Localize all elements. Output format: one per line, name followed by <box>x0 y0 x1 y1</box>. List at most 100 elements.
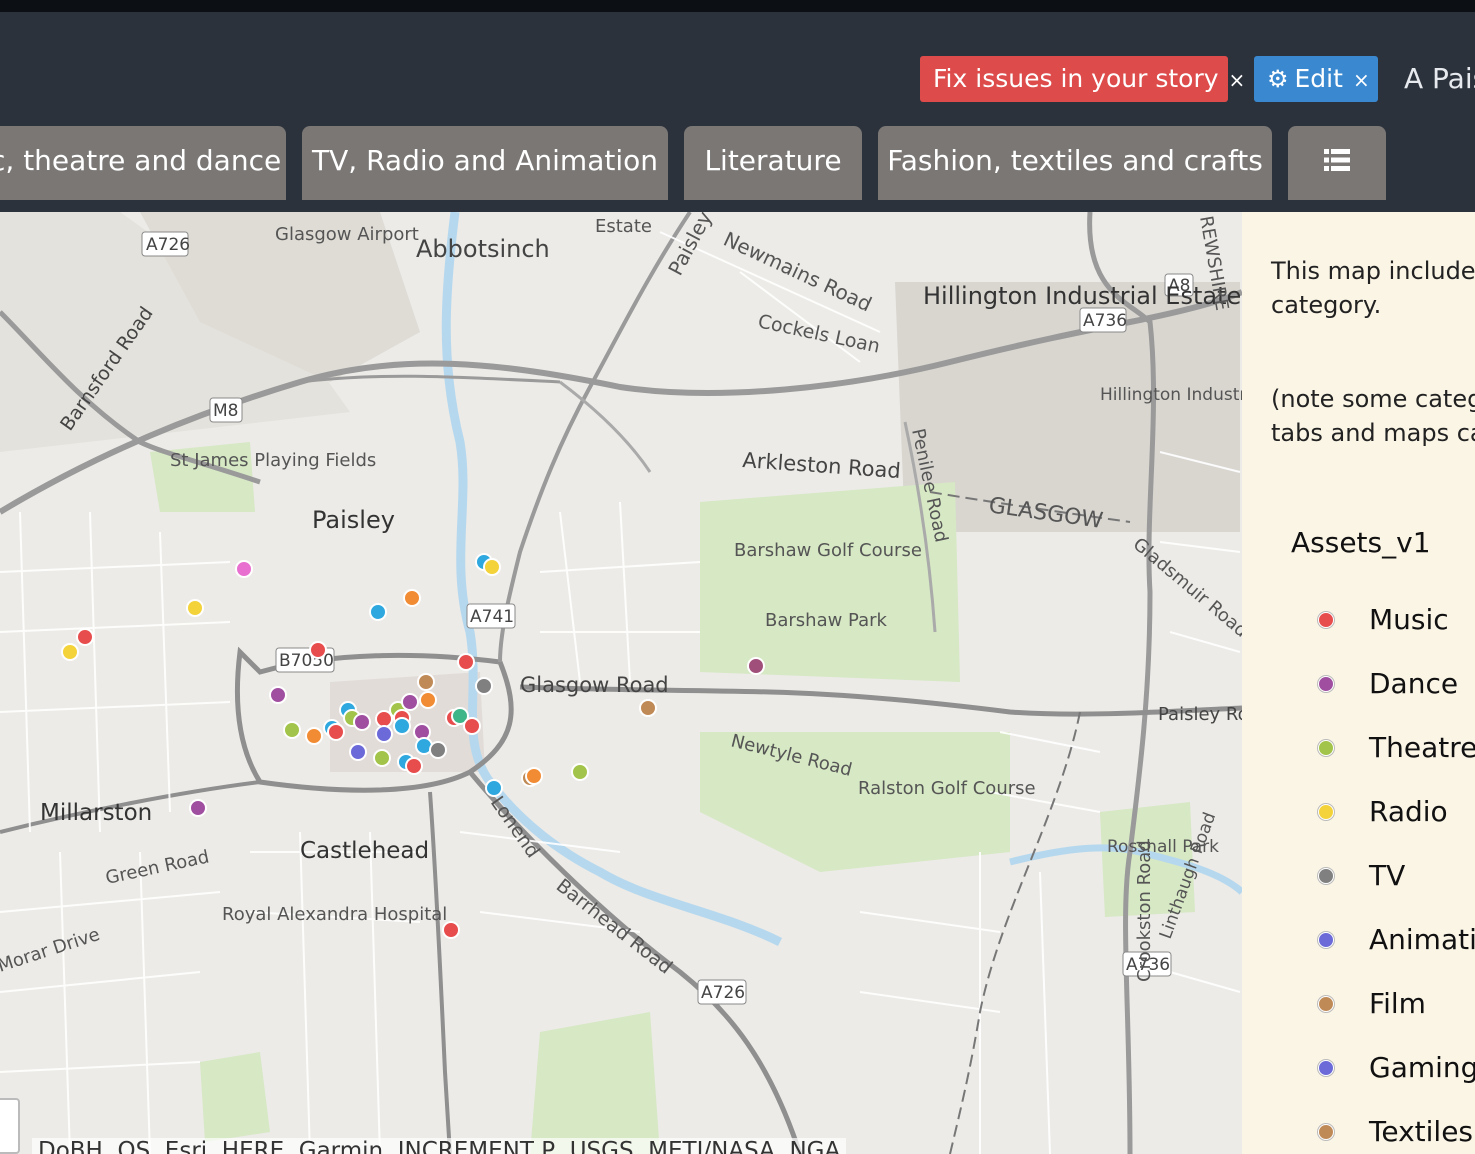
tab-music-theatre-dance[interactable]: c, theatre and dance <box>0 126 286 200</box>
panel-note: (note some catego tabs and maps ca <box>1271 382 1475 450</box>
map-label: Paisley Road West <box>1158 704 1242 725</box>
map-marker[interactable] <box>485 779 503 797</box>
legend-title: Assets_v1 <box>1291 526 1431 559</box>
tab-tv-radio-animation[interactable]: TV, Radio and Animation <box>302 126 668 200</box>
road-shield-a741: A741 <box>470 607 514 627</box>
map-view[interactable]: A726 A8 A736 M8 A741 B7050 A726 A736 Gla… <box>0 212 1242 1154</box>
list-icon <box>1324 149 1350 171</box>
map-label: St James Playing Fields <box>170 450 376 471</box>
map-marker[interactable] <box>393 717 411 735</box>
tab-label: TV, Radio and Animation <box>312 144 658 177</box>
map-marker[interactable] <box>189 799 207 817</box>
close-icon[interactable]: × <box>1353 68 1370 92</box>
map-marker[interactable] <box>369 603 387 621</box>
road-shield-a726: A726 <box>146 235 190 255</box>
map-label: Cockels Loan <box>756 310 882 357</box>
legend-swatch <box>1318 740 1334 756</box>
map-marker[interactable] <box>186 599 204 617</box>
map-label: Barshaw Golf Course <box>734 540 922 561</box>
legend-swatch <box>1318 612 1334 628</box>
map-marker[interactable] <box>639 699 657 717</box>
map-marker[interactable] <box>269 686 287 704</box>
zoom-control[interactable] <box>0 1098 20 1154</box>
tab-label: Literature <box>704 144 842 177</box>
legend-swatch <box>1318 996 1334 1012</box>
legend-swatch <box>1318 868 1334 884</box>
tab-list[interactable] <box>1288 126 1386 200</box>
panel-intro: This map includes category. <box>1271 254 1475 322</box>
legend-label: Film <box>1369 987 1426 1020</box>
map-label: Glasgow Road <box>520 673 669 697</box>
map-attribution: DoBH, OS, Esri, HERE, Garmin, INCREMENT … <box>32 1138 847 1154</box>
map-label: Newmains Road <box>720 227 876 317</box>
tab-fashion-textiles-crafts[interactable]: Fashion, textiles and crafts <box>878 126 1272 200</box>
map-marker[interactable] <box>305 727 323 745</box>
road-shield-m8: M8 <box>213 401 238 421</box>
map-marker[interactable] <box>483 558 501 576</box>
map-marker[interactable] <box>401 693 419 711</box>
top-strip <box>0 0 1475 12</box>
basemap: A726 A8 A736 M8 A741 B7050 A726 A736 Gla… <box>0 212 1242 1154</box>
map-marker[interactable] <box>309 641 327 659</box>
map-marker[interactable] <box>403 589 421 607</box>
map-marker[interactable] <box>419 691 437 709</box>
legend-label: Music <box>1369 603 1449 636</box>
map-marker[interactable] <box>525 767 543 785</box>
road-shield-a736: A736 <box>1083 311 1127 331</box>
close-icon[interactable]: × <box>1229 68 1246 92</box>
intro-line: This map includes <box>1271 257 1475 285</box>
map-marker[interactable] <box>457 653 475 671</box>
map-marker[interactable] <box>571 763 589 781</box>
map-label: Glasgow Airport <box>275 224 419 245</box>
tab-label: Fashion, textiles and crafts <box>887 144 1263 177</box>
legend-swatch <box>1318 1060 1334 1076</box>
legend-swatch <box>1318 932 1334 948</box>
edit-label: Edit <box>1294 64 1343 93</box>
note-line: tabs and maps ca <box>1271 419 1475 447</box>
gear-icon: ⚙ <box>1267 65 1289 93</box>
legend-label: Animatic <box>1369 923 1475 956</box>
map-label: Castlehead <box>300 838 429 864</box>
map-label: Hillington Industrial Estate <box>1100 385 1242 405</box>
note-line: (note some catego <box>1271 385 1475 413</box>
tab-literature[interactable]: Literature <box>684 126 862 200</box>
road-shield-a726-south: A726 <box>701 983 745 1003</box>
map-label: Crookston Road <box>1134 840 1155 982</box>
map-marker[interactable] <box>405 757 423 775</box>
map-label: Green Road <box>104 846 211 888</box>
map-marker[interactable] <box>76 628 94 646</box>
map-label: Royal Alexandra Hospital <box>222 904 447 925</box>
map-marker[interactable] <box>61 643 79 661</box>
legend-panel: This map includes category. (note some c… <box>1242 212 1475 1154</box>
map-label: Ralston Golf Course <box>858 778 1036 799</box>
map-label: Barshaw Park <box>765 610 888 631</box>
map-marker[interactable] <box>373 749 391 767</box>
map-label: Abbotsinch <box>416 235 550 263</box>
map-marker[interactable] <box>353 713 371 731</box>
fix-issues-label: Fix issues in your story <box>933 64 1219 93</box>
tab-label: c, theatre and dance <box>0 144 282 177</box>
map-label: Paisley <box>312 506 395 534</box>
map-label: Morar Drive <box>0 924 102 977</box>
map-marker[interactable] <box>375 725 393 743</box>
map-marker[interactable] <box>417 673 435 691</box>
map-marker[interactable] <box>429 741 447 759</box>
map-marker[interactable] <box>349 743 367 761</box>
legend-swatch <box>1318 804 1334 820</box>
map-marker[interactable] <box>475 677 493 695</box>
fix-issues-button[interactable]: Fix issues in your story × <box>920 56 1245 102</box>
legend-label: Radio <box>1369 795 1448 828</box>
map-marker[interactable] <box>463 717 481 735</box>
story-title: A Pais <box>1404 62 1475 95</box>
map-marker[interactable] <box>442 921 460 939</box>
map-marker[interactable] <box>747 657 765 675</box>
map-marker[interactable] <box>375 710 393 728</box>
map-marker[interactable] <box>327 723 345 741</box>
legend-label: Theatre <box>1369 731 1475 764</box>
legend-label: TV <box>1369 859 1406 892</box>
map-marker[interactable] <box>283 721 301 739</box>
map-marker[interactable] <box>235 560 253 578</box>
legend-label: Gaming <box>1369 1051 1475 1084</box>
legend-label: Textiles <box>1369 1115 1474 1148</box>
edit-button[interactable]: ⚙ Edit × <box>1254 56 1378 102</box>
